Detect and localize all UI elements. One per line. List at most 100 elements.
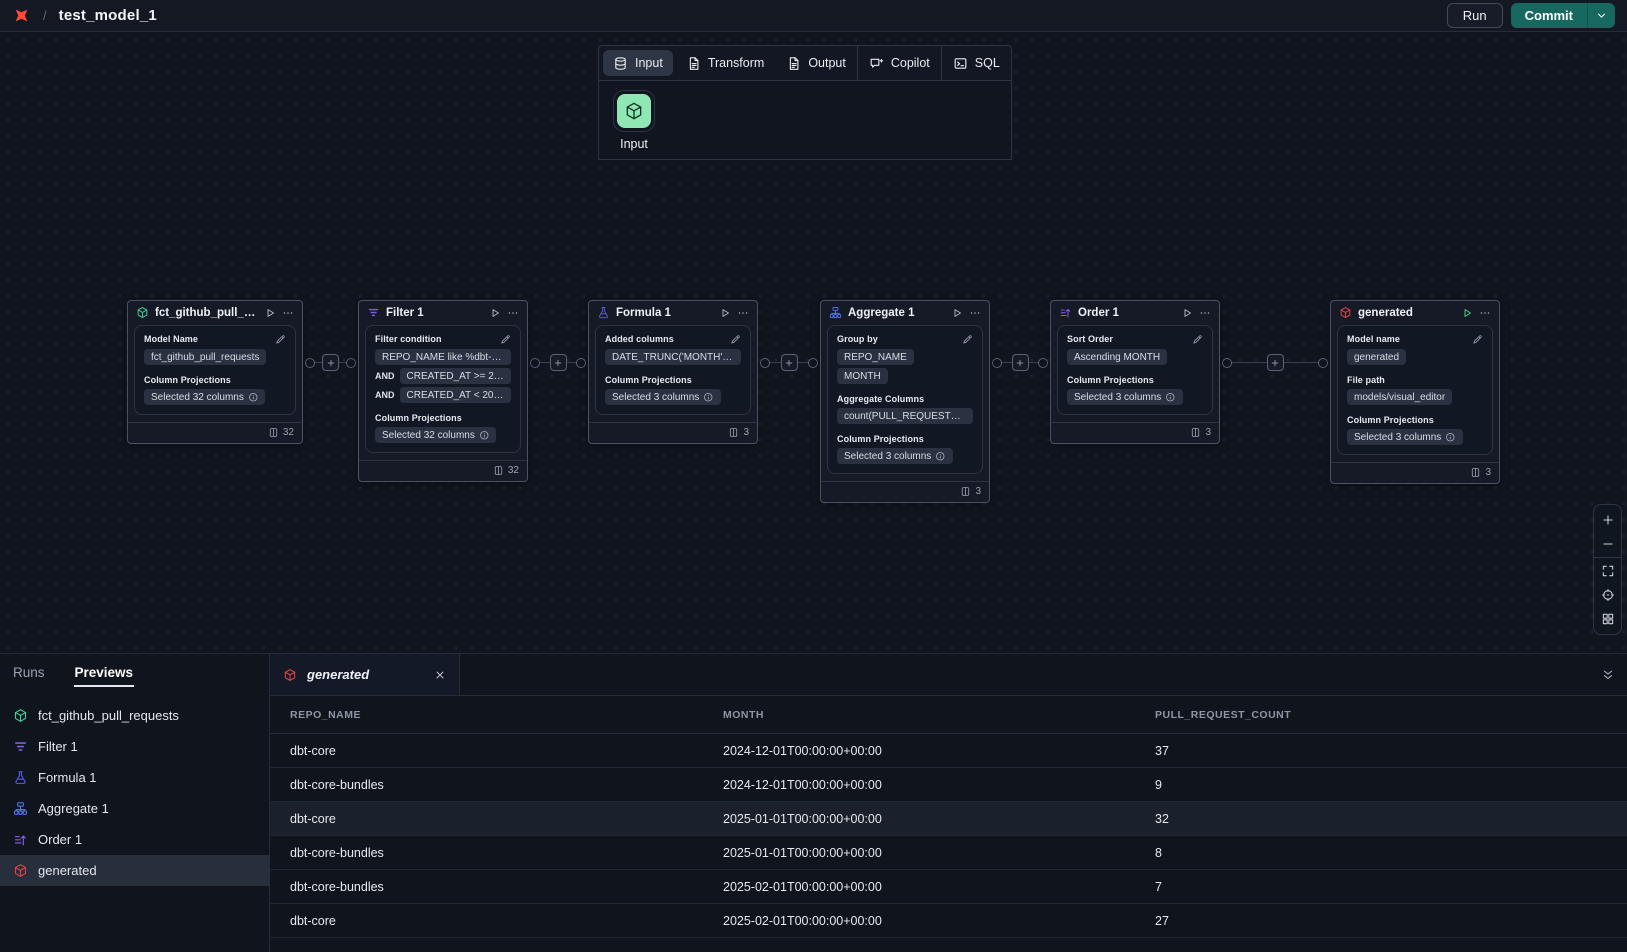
ellipsis-icon bbox=[1479, 307, 1491, 319]
node-generated[interactable]: generatedModel namegeneratedFile pathmod… bbox=[1330, 300, 1500, 484]
value-pill[interactable]: CREATED_AT < 2025-03-01 bbox=[400, 387, 512, 403]
node-filter_1[interactable]: Filter 1Filter conditionREPO_NAME like %… bbox=[358, 300, 528, 482]
sidebar-item-generated[interactable]: generated bbox=[0, 855, 269, 886]
insert-node-button[interactable] bbox=[550, 354, 567, 371]
insert-node-button[interactable] bbox=[1267, 354, 1284, 371]
sidebar-item-formula-1[interactable]: Formula 1 bbox=[0, 762, 269, 793]
palette-tab-transform[interactable]: Transform bbox=[675, 46, 776, 80]
minimap-button[interactable] bbox=[1594, 607, 1621, 631]
locate-button[interactable] bbox=[1594, 583, 1621, 607]
node-menu-button[interactable] bbox=[507, 307, 519, 319]
value-pill[interactable]: DATE_TRUNC('MONTH', CREATED_AT... bbox=[605, 349, 741, 365]
value-pill[interactable]: models/visual_editor bbox=[1347, 389, 1452, 405]
node-title: Filter 1 bbox=[386, 307, 483, 319]
input-port[interactable] bbox=[576, 358, 586, 368]
input-port[interactable] bbox=[346, 358, 356, 368]
column-header-repo_name[interactable]: REPO_NAME bbox=[270, 709, 703, 721]
output-port[interactable] bbox=[992, 358, 1002, 368]
palette-tab-copilot[interactable]: Copilot bbox=[858, 46, 941, 80]
value-pill[interactable]: Selected 3 columns bbox=[1347, 429, 1463, 445]
node-menu-button[interactable] bbox=[737, 307, 749, 319]
value-pill[interactable]: Ascending MONTH bbox=[1067, 349, 1167, 365]
value-pill[interactable]: fct_github_pull_requests bbox=[144, 349, 266, 365]
edit-icon[interactable] bbox=[275, 334, 286, 345]
insert-node-button[interactable] bbox=[781, 354, 798, 371]
section-label: Sort Order bbox=[1067, 334, 1113, 344]
node-aggregate_1[interactable]: Aggregate 1Group byREPO_NAMEMONTHAggrega… bbox=[820, 300, 990, 503]
value-pill[interactable]: Selected 32 columns bbox=[375, 427, 496, 443]
column-header-pull_request_count[interactable]: PULL_REQUEST_COUNT bbox=[1135, 709, 1627, 721]
sidebar-item-aggregate-1[interactable]: Aggregate 1 bbox=[0, 793, 269, 824]
column-header-month[interactable]: MONTH bbox=[703, 709, 1135, 721]
node-section: Sort Order Ascending MONTH bbox=[1067, 334, 1203, 365]
edit-icon[interactable] bbox=[1192, 334, 1203, 345]
node-order_1[interactable]: Order 1Sort OrderAscending MONTHColumn P… bbox=[1050, 300, 1220, 444]
input-port[interactable] bbox=[808, 358, 818, 368]
output-port[interactable] bbox=[305, 358, 315, 368]
node-menu-button[interactable] bbox=[282, 307, 294, 319]
table-cell: 2025-01-01T00:00:00+00:00 bbox=[703, 846, 1135, 860]
commit-dropdown-button[interactable] bbox=[1587, 3, 1615, 28]
info-icon bbox=[479, 430, 490, 441]
node-formula_1[interactable]: Formula 1Added columnsDATE_TRUNC('MONTH'… bbox=[588, 300, 758, 444]
node-menu-button[interactable] bbox=[969, 307, 981, 319]
bottom-tab-previews[interactable]: Previews bbox=[75, 665, 134, 687]
table-row[interactable]: dbt-core-bundles2025-01-01T00:00:00+00:0… bbox=[270, 836, 1627, 870]
value-pill[interactable]: MONTH bbox=[837, 368, 888, 384]
bottom-tab-runs[interactable]: Runs bbox=[13, 665, 45, 687]
value-pill[interactable]: CREATED_AT >= 2024-12-01 bbox=[400, 368, 512, 384]
value-pill[interactable]: Selected 32 columns bbox=[144, 389, 265, 405]
table-row[interactable]: dbt-core-bundles2024-12-01T00:00:00+00:0… bbox=[270, 768, 1627, 802]
edit-icon[interactable] bbox=[962, 334, 973, 345]
value-pill[interactable]: Selected 3 columns bbox=[837, 448, 953, 464]
input-port[interactable] bbox=[1318, 358, 1328, 368]
node-menu-button[interactable] bbox=[1199, 307, 1211, 319]
close-tab-icon[interactable] bbox=[434, 669, 446, 681]
edit-icon[interactable] bbox=[730, 334, 741, 345]
value-pill[interactable]: REPO_NAME bbox=[837, 349, 914, 365]
collapse-panel-icon[interactable] bbox=[1601, 668, 1615, 682]
palette-tab-output[interactable]: Output bbox=[775, 46, 857, 80]
run-node-button[interactable] bbox=[1181, 307, 1193, 319]
sidebar-item-filter-1[interactable]: Filter 1 bbox=[0, 731, 269, 762]
zoom-out-button[interactable] bbox=[1594, 532, 1621, 556]
table-row[interactable]: dbt-core2025-01-01T00:00:00+00:0032 bbox=[270, 802, 1627, 836]
node-footer: 3 bbox=[1051, 422, 1219, 443]
sidebar-item-fct-github-pull-requests[interactable]: fct_github_pull_requests bbox=[0, 700, 269, 731]
zoom-in-button[interactable] bbox=[1594, 508, 1621, 532]
value-pill[interactable]: Selected 3 columns bbox=[1067, 389, 1183, 405]
fit-view-button[interactable] bbox=[1594, 559, 1621, 583]
insert-node-button[interactable] bbox=[322, 354, 339, 371]
node-fct_github_pull_requests[interactable]: fct_github_pull_requestsModel Namefct_gi… bbox=[127, 300, 303, 444]
edit-icon[interactable] bbox=[500, 334, 511, 345]
insert-node-button[interactable] bbox=[1012, 354, 1029, 371]
value-pill[interactable]: REPO_NAME like %dbt-core% bbox=[375, 349, 511, 365]
palette-tab-sql[interactable]: SQL bbox=[942, 46, 1011, 80]
run-node-button[interactable] bbox=[489, 307, 501, 319]
value-pill[interactable]: generated bbox=[1347, 349, 1406, 365]
commit-button[interactable]: Commit bbox=[1511, 3, 1587, 28]
table-row[interactable]: dbt-core-bundles2025-02-01T00:00:00+00:0… bbox=[270, 870, 1627, 904]
run-node-button[interactable] bbox=[1461, 307, 1473, 319]
run-node-button[interactable] bbox=[719, 307, 731, 319]
node-menu-button[interactable] bbox=[1479, 307, 1491, 319]
palette-item-input[interactable]: Input bbox=[613, 90, 655, 151]
dbt-logo-icon[interactable] bbox=[12, 6, 31, 25]
output-port[interactable] bbox=[530, 358, 540, 368]
sidebar-item-order-1[interactable]: Order 1 bbox=[0, 824, 269, 855]
palette-tab-input[interactable]: Input bbox=[603, 50, 673, 76]
value-pill[interactable]: count(PULL_REQUEST_NUMBER) as ... bbox=[837, 408, 973, 424]
run-button[interactable]: Run bbox=[1447, 3, 1503, 28]
input-port[interactable] bbox=[1038, 358, 1048, 368]
output-port[interactable] bbox=[760, 358, 770, 368]
table-row[interactable]: dbt-core2025-02-01T00:00:00+00:0027 bbox=[270, 904, 1627, 938]
value-pill[interactable]: Selected 3 columns bbox=[605, 389, 721, 405]
output-port[interactable] bbox=[1222, 358, 1232, 368]
table-row[interactable]: dbt-core2024-12-01T00:00:00+00:0037 bbox=[270, 734, 1627, 768]
preview-tab-generated[interactable]: generated bbox=[270, 654, 460, 695]
run-node-button[interactable] bbox=[264, 307, 276, 319]
run-node-button[interactable] bbox=[951, 307, 963, 319]
dag-canvas[interactable]: InputTransformOutputCopilotSQL Input fct… bbox=[0, 32, 1627, 653]
ellipsis-icon bbox=[1199, 307, 1211, 319]
edit-icon[interactable] bbox=[1472, 334, 1483, 345]
